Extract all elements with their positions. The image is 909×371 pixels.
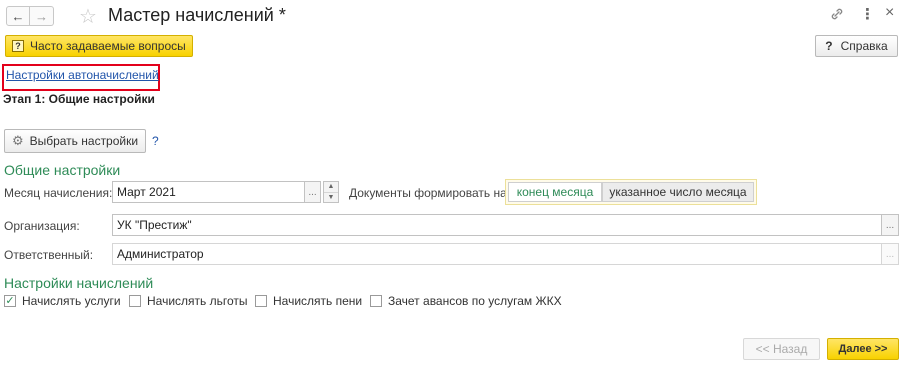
checkbox-penalties[interactable]: Начислять пени xyxy=(255,294,362,308)
faq-label: Часто задаваемые вопросы xyxy=(30,39,186,53)
checkbox-advances-label: Зачет авансов по услугам ЖКХ xyxy=(388,294,562,308)
org-select-button[interactable]: ... xyxy=(881,214,899,236)
general-settings-heading: Общие настройки xyxy=(4,162,121,178)
docs-option-month-end[interactable]: конец месяца xyxy=(508,182,602,202)
docs-toggle: конец месяца указанное число месяца xyxy=(505,179,757,205)
checkbox-benefits-box[interactable] xyxy=(129,295,141,307)
more-vertical-icon[interactable]: ⋮ xyxy=(860,5,875,23)
checkbox-advances[interactable]: Зачет авансов по услугам ЖКХ xyxy=(370,294,562,308)
checkbox-penalties-box[interactable] xyxy=(255,295,267,307)
month-stepper[interactable]: ▲ ▼ xyxy=(323,181,339,203)
help-icon: ? xyxy=(12,40,24,52)
stage-title: Этап 1: Общие настройки xyxy=(3,92,155,106)
checkbox-advances-box[interactable] xyxy=(370,295,382,307)
chevron-up-icon[interactable]: ▲ xyxy=(324,182,338,193)
faq-button[interactable]: ? Часто задаваемые вопросы xyxy=(5,35,193,57)
resp-select-button[interactable]: ... xyxy=(881,243,899,265)
arrow-right-icon: → xyxy=(35,8,48,24)
month-input[interactable]: Март 2021 xyxy=(112,181,305,203)
chevron-down-icon[interactable]: ▼ xyxy=(324,193,338,203)
org-label: Организация: xyxy=(4,219,80,233)
checkbox-benefits[interactable]: Начислять льготы xyxy=(129,294,248,308)
help-label: Справка xyxy=(840,39,888,53)
docs-label: Документы формировать на: xyxy=(349,186,511,200)
favorite-star-icon[interactable]: ☆ xyxy=(79,4,97,29)
org-input[interactable]: УК "Престиж" xyxy=(112,214,882,236)
resp-label: Ответственный: xyxy=(4,248,94,262)
back-button[interactable]: << Назад xyxy=(743,338,820,360)
month-select-button[interactable]: ... xyxy=(304,181,321,203)
link-icon[interactable] xyxy=(829,6,845,26)
docs-option-specific-day[interactable]: указанное число месяца xyxy=(602,182,754,202)
checkbox-services-label: Начислять услуги xyxy=(22,294,121,308)
close-icon[interactable]: × xyxy=(885,4,894,22)
month-label: Месяц начисления: xyxy=(4,186,113,200)
back-nav-button[interactable]: ← xyxy=(6,6,30,26)
checkbox-benefits-label: Начислять льготы xyxy=(147,294,248,308)
checkbox-services[interactable]: ✓ Начислять услуги xyxy=(4,294,121,308)
settings-icon: ⚙ xyxy=(11,133,24,148)
choose-settings-button[interactable]: ⚙ Выбрать настройки xyxy=(4,129,146,153)
arrow-left-icon: ← xyxy=(11,8,25,24)
resp-input[interactable]: Администратор xyxy=(112,243,882,265)
window-title: Мастер начислений * xyxy=(108,5,286,25)
checkbox-services-box[interactable]: ✓ xyxy=(4,295,16,307)
checkbox-penalties-label: Начислять пени xyxy=(273,294,363,308)
question-icon: ? xyxy=(825,39,833,53)
forward-nav-button[interactable]: → xyxy=(30,6,54,26)
auto-settings-link[interactable]: Настройки автоначислений xyxy=(6,68,159,82)
next-button[interactable]: Далее >> xyxy=(827,338,899,360)
choose-settings-help[interactable]: ? xyxy=(152,134,159,148)
help-button[interactable]: ? Справка xyxy=(815,35,898,57)
accrual-settings-heading: Настройки начислений xyxy=(4,275,154,291)
choose-settings-label: Выбрать настройки xyxy=(29,134,139,148)
